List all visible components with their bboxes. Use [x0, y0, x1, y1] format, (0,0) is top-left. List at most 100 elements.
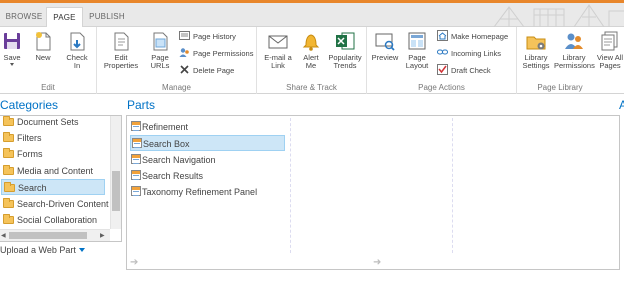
part-item-search-navigation[interactable]: Search Navigation — [131, 152, 216, 168]
draft-check-icon — [437, 64, 448, 75]
popularity-trends-button[interactable]: Popularity Trends — [325, 30, 365, 70]
save-button[interactable]: Save — [0, 30, 24, 66]
category-item-media-and-content[interactable]: Media and Content — [3, 163, 93, 179]
part-label: Search Navigation — [142, 155, 216, 165]
categories-heading: Categories — [0, 98, 59, 112]
delete-page-label: Delete Page — [193, 66, 235, 75]
column-divider — [452, 118, 453, 253]
category-label: Document Sets — [17, 117, 79, 127]
part-label: Refinement — [142, 122, 189, 132]
new-page-button[interactable]: New — [30, 30, 56, 62]
view-all-pages-button[interactable]: View All Pages — [595, 30, 624, 70]
horizontal-scroll-thumb[interactable] — [9, 232, 87, 239]
parts-heading: Parts — [127, 98, 156, 112]
part-item-search-results[interactable]: Search Results — [131, 168, 203, 184]
previous-page-arrow-icon[interactable]: ➔ — [130, 257, 138, 268]
category-item-search-driven-content[interactable]: Search-Driven Content — [3, 196, 109, 212]
page-history-button[interactable]: Page History — [179, 30, 236, 44]
new-page-icon — [36, 32, 51, 51]
folder-icon — [3, 132, 14, 142]
chevron-down-icon — [78, 248, 85, 252]
category-item-filters[interactable]: Filters — [3, 130, 42, 146]
group-label-manage: Manage — [162, 83, 191, 92]
excel-icon — [336, 32, 355, 50]
library-settings-icon — [526, 36, 546, 50]
web-part-icon — [131, 121, 141, 131]
scroll-left-arrow-icon[interactable]: ◀ — [1, 230, 6, 242]
draft-check-button[interactable]: Draft Check — [437, 64, 491, 78]
popularity-trends-label-2: Trends — [333, 61, 357, 70]
category-label: Search-Driven Content — [17, 199, 109, 209]
web-part-icon — [131, 170, 141, 180]
delete-icon — [180, 65, 189, 74]
ribbon-tab-strip: BROWSE PAGE PUBLISH — [0, 0, 624, 31]
folder-icon — [3, 214, 14, 224]
check-in-button[interactable]: Check In — [60, 30, 94, 70]
category-item-social-collaboration[interactable]: Social Collaboration — [3, 212, 97, 228]
web-part-icon — [132, 138, 142, 148]
part-label: Taxonomy Refinement Panel — [142, 187, 258, 197]
page-root: BROWSE PAGE PUBLISH Save New Check In Ed… — [0, 0, 624, 291]
scroll-right-arrow-icon[interactable]: ▶ — [100, 230, 105, 242]
view-all-pages-label-2: Pages — [599, 61, 621, 70]
page-urls-label-2: URLs — [150, 61, 170, 70]
part-item-taxonomy-refinement-panel[interactable]: Taxonomy Refinement Panel — [131, 184, 257, 200]
upload-web-part-button[interactable]: Upload a Web Part — [0, 245, 85, 255]
page-permissions-button[interactable]: Page Permissions — [179, 47, 253, 61]
edit-properties-button[interactable]: Edit Properties — [99, 30, 143, 70]
next-page-arrow-icon[interactable]: ➜ — [373, 257, 381, 268]
page-permissions-label: Page Permissions — [193, 49, 254, 58]
about-part-heading: A — [619, 98, 624, 112]
incoming-links-button[interactable]: Incoming Links — [437, 47, 501, 61]
delete-page-button[interactable]: Delete Page — [179, 64, 234, 78]
group-label-page-library: Page Library — [537, 83, 583, 92]
page-urls-button[interactable]: Page URLs — [145, 30, 175, 70]
page-layout-label-2: Layout — [405, 61, 429, 70]
check-in-icon — [70, 32, 85, 51]
categories-vertical-scrollbar[interactable] — [110, 116, 121, 229]
category-item-document-sets[interactable]: Document Sets — [3, 114, 79, 130]
parts-list[interactable]: Refinement Search Box Search Navigation … — [126, 115, 620, 270]
alert-me-button[interactable]: Alert Me — [297, 30, 325, 70]
header-decoration-image — [493, 4, 624, 27]
part-label: Search Results — [142, 171, 204, 181]
save-dropdown-icon[interactable] — [10, 63, 14, 66]
email-link-button[interactable]: E-mail a Link — [260, 30, 296, 70]
page-layout-button[interactable]: Page Layout — [401, 30, 433, 70]
category-label: Forms — [17, 149, 43, 159]
page-urls-icon — [153, 32, 168, 51]
library-settings-label-2: Settings — [522, 61, 550, 70]
vertical-scroll-thumb[interactable] — [112, 171, 120, 211]
view-all-pages-icon — [601, 31, 618, 51]
link-icon — [437, 49, 448, 55]
upload-web-part-label: Upload a Web Part — [0, 245, 76, 255]
column-divider — [290, 118, 291, 253]
categories-horizontal-scrollbar[interactable]: ◀ ▶ — [0, 229, 110, 241]
library-permissions-button[interactable]: Library Permissions — [554, 30, 595, 70]
incoming-links-label: Incoming Links — [451, 49, 502, 58]
ribbon-group-manage: Edit Properties Page URLs Page History P… — [97, 27, 257, 94]
page-history-icon — [179, 31, 190, 40]
folder-icon — [3, 116, 14, 126]
ribbon-group-share-track: E-mail a Link Alert Me Popularity Trends — [257, 27, 367, 94]
part-item-refinement[interactable]: Refinement — [131, 119, 188, 135]
make-homepage-button[interactable]: Make Homepage — [437, 30, 508, 44]
edit-properties-label-2: Properties — [103, 61, 139, 70]
alert-me-label-2: Me — [305, 61, 317, 70]
category-item-forms[interactable]: Forms — [3, 146, 43, 162]
part-item-search-box[interactable]: Search Box — [130, 135, 285, 151]
home-page-icon — [437, 30, 448, 41]
preview-button[interactable]: Preview — [370, 30, 400, 62]
category-item-search[interactable]: Search — [1, 179, 105, 195]
save-label: Save — [3, 53, 21, 62]
ribbon: Save New Check In Edit Edit Properties P… — [0, 27, 624, 94]
folder-icon — [4, 182, 15, 192]
ribbon-group-page-actions: Preview Page Layout Make Homepage Incomi… — [367, 27, 517, 94]
page-permissions-icon — [179, 48, 189, 57]
folder-icon — [3, 148, 14, 158]
category-label: Social Collaboration — [17, 215, 98, 225]
group-label-page-actions: Page Actions — [418, 83, 465, 92]
categories-list[interactable]: Document Sets Filters Forms Media and Co… — [0, 115, 122, 242]
library-settings-button[interactable]: Library Settings — [519, 30, 553, 70]
folder-icon — [3, 198, 14, 208]
